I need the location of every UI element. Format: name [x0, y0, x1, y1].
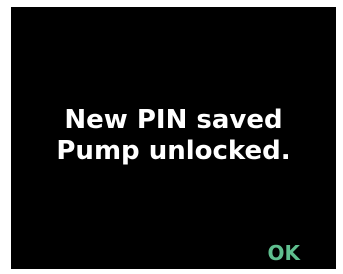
message-line-2: Pump unlocked. [56, 136, 291, 166]
device-frame: New PIN saved Pump unlocked. OK [0, 0, 343, 274]
pump-screen: New PIN saved Pump unlocked. OK [11, 7, 336, 269]
ok-button[interactable]: OK [268, 241, 301, 265]
message-line-1: New PIN saved [64, 105, 283, 135]
confirmation-message: New PIN saved Pump unlocked. [11, 105, 336, 167]
